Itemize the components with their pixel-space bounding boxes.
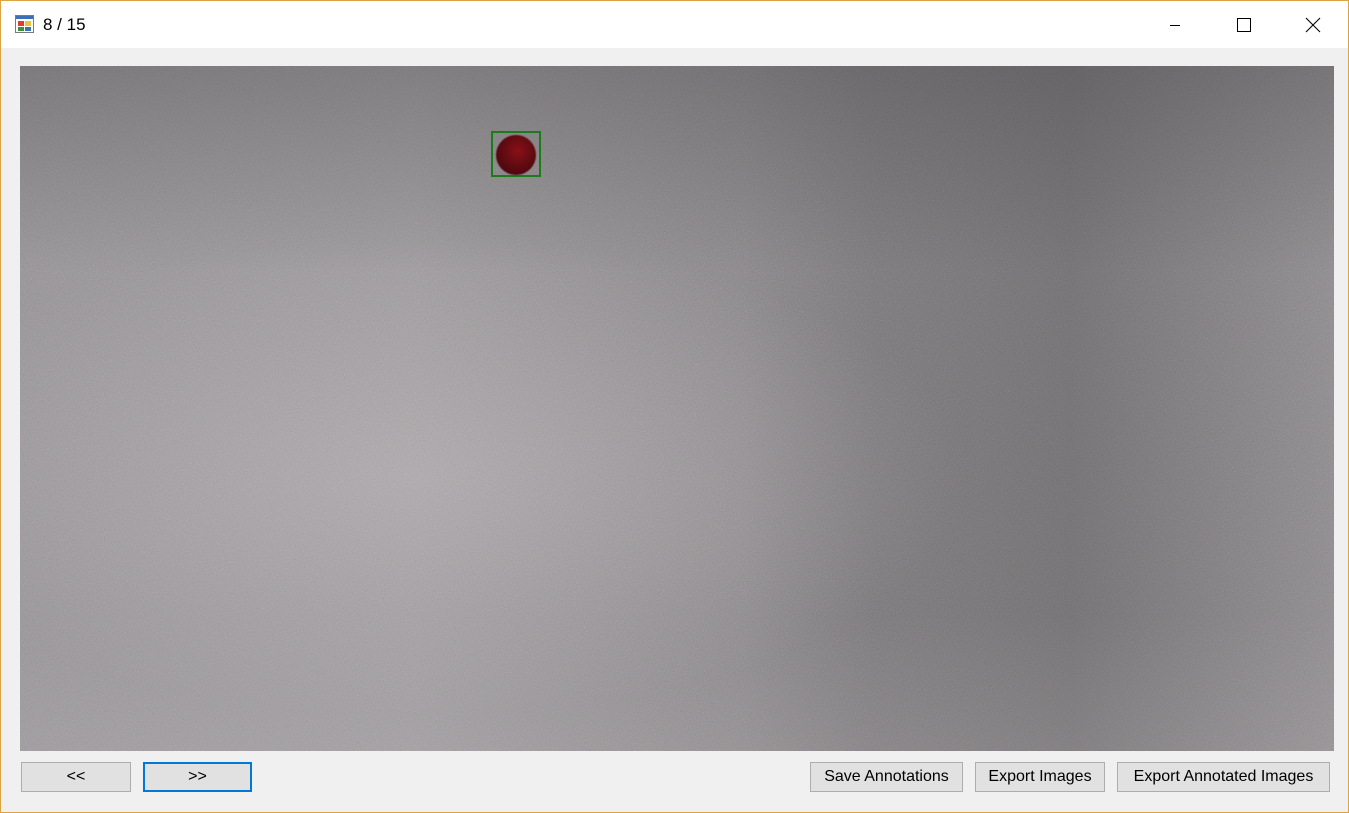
image-shading bbox=[20, 66, 1334, 751]
title-bar[interactable]: 8 / 15 bbox=[1, 1, 1348, 48]
window-title: 8 / 15 bbox=[43, 15, 86, 34]
export-annotated-images-button[interactable]: Export Annotated Images bbox=[1117, 762, 1330, 792]
app-form-icon bbox=[15, 15, 34, 33]
close-button[interactable] bbox=[1278, 1, 1348, 48]
annotated-ball bbox=[496, 135, 536, 175]
previous-image-button[interactable]: << bbox=[21, 762, 131, 792]
minimize-icon bbox=[1170, 24, 1180, 26]
save-annotations-button[interactable]: Save Annotations bbox=[810, 762, 963, 792]
app-window: 8 / 15 << >> Save Annotations Export Ima… bbox=[0, 0, 1349, 813]
maximize-button[interactable] bbox=[1209, 1, 1279, 48]
image-viewer[interactable] bbox=[20, 66, 1334, 751]
annotation-bounding-box[interactable] bbox=[491, 131, 541, 177]
maximize-icon bbox=[1237, 17, 1251, 32]
export-images-button[interactable]: Export Images bbox=[975, 762, 1105, 792]
next-image-button[interactable]: >> bbox=[143, 762, 252, 792]
close-icon bbox=[1305, 17, 1321, 32]
minimize-button[interactable] bbox=[1140, 1, 1210, 48]
